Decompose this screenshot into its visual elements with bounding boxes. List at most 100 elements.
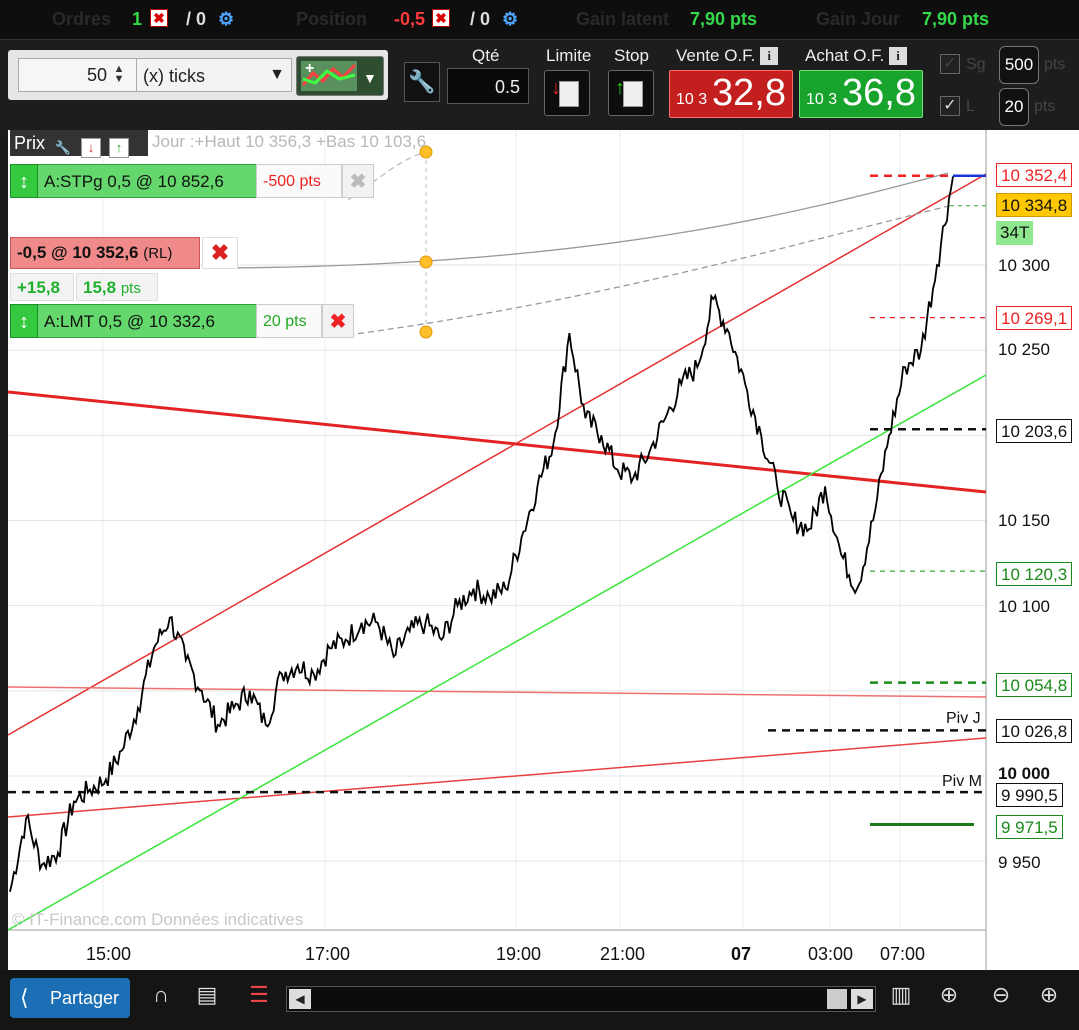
- stop-order-label: A:STPg 0,5 @ 10 852,6: [38, 164, 256, 198]
- sheet-icon[interactable]: ▤: [192, 982, 222, 1016]
- status-bar: Ordres 1 ✖ / 0 ⚙ Position -0,5 ✖ / 0 ⚙ G…: [0, 0, 1079, 40]
- wrench-icon[interactable]: 🔧: [53, 139, 73, 159]
- orders-secondary-count: / 0: [186, 9, 207, 29]
- trendline-horizontal: [8, 686, 987, 698]
- x-tick: 07:00: [880, 944, 926, 964]
- drag-handle-icon[interactable]: ↕: [10, 164, 38, 198]
- stop-level-tag: 10 352,4: [996, 163, 1073, 187]
- sell-label: Vente O.F. i: [676, 46, 779, 66]
- last-price-tag: 10 334,8: [996, 193, 1073, 217]
- buy-button[interactable]: 10 3 36,8: [799, 70, 923, 118]
- arrow-down-icon: ↓: [551, 77, 561, 99]
- stop-order-button[interactable]: ↑: [608, 70, 654, 116]
- scroll-right-icon[interactable]: ▶: [851, 989, 873, 1009]
- position-close-icon[interactable]: ✖: [202, 237, 238, 269]
- scroll-left-icon[interactable]: ◀: [289, 989, 311, 1009]
- pnl-points-value: 15,8: [83, 278, 117, 297]
- orders-label: Ordres: [52, 9, 112, 29]
- zoom-in-icon[interactable]: ⊕: [1034, 982, 1064, 1016]
- l-label: L: [966, 98, 975, 115]
- y-tick: 10 000: [998, 764, 1050, 783]
- ladder-icon[interactable]: ☰: [244, 982, 274, 1016]
- ticks-panel: 50 ▲ ▼ (x) ticks ▼ + ▼: [8, 50, 388, 100]
- limit-label: Limite: [546, 46, 592, 65]
- wrench-icon[interactable]: 🔧: [404, 62, 440, 102]
- s2-tag: 10 054,8: [996, 673, 1073, 697]
- limit-pts-input[interactable]: 20: [999, 88, 1029, 126]
- buy-price-prefix: 10 3: [806, 91, 838, 108]
- qty-input[interactable]: 0.5: [447, 68, 529, 104]
- limit-order-button[interactable]: ↓: [544, 70, 590, 116]
- sg-label: Sg: [966, 56, 986, 73]
- limit-cancel-icon[interactable]: ✖: [322, 304, 354, 338]
- gain-latent-value: 7,90 pts: [690, 9, 758, 29]
- price-panel-header: Prix 🔧 ↓ ↑: [10, 130, 148, 159]
- orders-settings-icon[interactable]: ⚙: [218, 9, 234, 30]
- gain-jour-value: 7,90 pts: [922, 9, 990, 29]
- strategy-chart-icon: + ▼: [301, 60, 377, 91]
- position-text: -0,5 @ 10 352,6: [17, 243, 139, 262]
- stop-cancel-icon[interactable]: ✖: [342, 164, 374, 198]
- ticks-unit-select[interactable]: (x) ticks ▼: [136, 58, 292, 92]
- s3-tag: 9 971,5: [996, 815, 1063, 839]
- y-tick: 10 150: [998, 511, 1050, 530]
- trendline-major: [8, 390, 987, 494]
- zoom-fit-icon[interactable]: ⊕: [934, 982, 964, 1016]
- watermark: © IT-Finance.com Données indicatives: [12, 910, 304, 929]
- sell-button[interactable]: 10 3 32,8: [669, 70, 793, 118]
- pnl-points-unit: pts: [120, 280, 141, 297]
- pnl-points: 15,8 pts: [76, 273, 158, 301]
- position-value: -0,5: [394, 9, 426, 29]
- candle-icon[interactable]: ▥: [886, 982, 916, 1016]
- prix-label: Prix: [14, 133, 45, 153]
- sell-label-text: Vente O.F.: [676, 46, 756, 65]
- trendline-lower: [8, 737, 987, 818]
- trendline-support: [8, 374, 987, 931]
- r1-tag: 10 269,1: [996, 306, 1073, 330]
- limit-curve: [347, 204, 954, 336]
- sell-info-icon[interactable]: i: [760, 47, 779, 65]
- arrow-up-icon: ↑: [615, 77, 625, 99]
- position-secondary-count: / 0: [470, 9, 491, 29]
- limit-order-label: A:LMT 0,5 @ 10 332,6: [38, 304, 256, 338]
- order-handle-dot: [419, 325, 433, 339]
- zoom-out-icon[interactable]: ⊖: [986, 982, 1016, 1016]
- position-suffix: (RL): [143, 245, 173, 262]
- order-handle-dot: [419, 255, 433, 269]
- scroll-thumb[interactable]: [827, 989, 847, 1009]
- stop-pts-input[interactable]: 500: [999, 46, 1039, 84]
- stop-pts-unit: pts: [1044, 56, 1066, 73]
- y-tick: 9 950: [998, 853, 1041, 872]
- ticks-stepper-icon[interactable]: ▲ ▼: [108, 64, 130, 86]
- x-tick: 21:00: [600, 944, 646, 964]
- share-button[interactable]: ⟨ Partager: [10, 978, 130, 1018]
- l-checkbox[interactable]: ✓: [940, 96, 960, 116]
- order-toolbar: 50 ▲▼ (x) ticks ▼ + ▼ 🔧 Qté 0.5 Limite: [0, 40, 1079, 130]
- chart-scrollbar[interactable]: ◀ ▶: [286, 986, 876, 1012]
- trading-window: Ordres 1 ✖ / 0 ⚙ Position -0,5 ✖ / 0 ⚙ G…: [0, 0, 1079, 1030]
- magnet-icon[interactable]: ∩: [146, 982, 176, 1016]
- bottom-toolbar: ⟨ Partager ∩ ▤ ☰ ◀ ▶ ▥ ⊕ ⊖ ⊕: [0, 970, 1079, 1030]
- orders-cancel-icon[interactable]: ✖: [150, 9, 168, 30]
- sg-checkbox[interactable]: ✓: [940, 54, 960, 74]
- sell-price-main: 32,8: [712, 72, 786, 114]
- y-tick: 10 300: [998, 256, 1050, 275]
- buy-arrow-icon[interactable]: ↑: [109, 138, 130, 158]
- sell-arrow-icon[interactable]: ↓: [81, 138, 102, 158]
- limit-pts-unit: pts: [1034, 98, 1056, 115]
- x-tick: 03:00: [808, 944, 854, 964]
- day-range-info: Jour :+Haut 10 356,3 +Bas 10 103,6: [152, 132, 427, 151]
- svg-text:▼: ▼: [363, 70, 377, 86]
- position-close-icon[interactable]: ✖: [432, 9, 450, 30]
- buy-info-icon[interactable]: i: [889, 47, 908, 65]
- drag-handle-icon[interactable]: ↕: [10, 304, 38, 338]
- y-tick: 10 100: [998, 597, 1050, 616]
- chevron-down-icon: ▼: [269, 66, 285, 83]
- position-settings-icon[interactable]: ⚙: [502, 9, 518, 30]
- piv-m-label: Piv M: [942, 773, 982, 790]
- strategy-button[interactable]: + ▼: [296, 56, 384, 96]
- svg-text:+: +: [305, 60, 314, 77]
- x-tick: 17:00: [305, 944, 351, 964]
- x-tick: 19:00: [496, 944, 542, 964]
- ticks-count-tag: 34T: [996, 221, 1034, 245]
